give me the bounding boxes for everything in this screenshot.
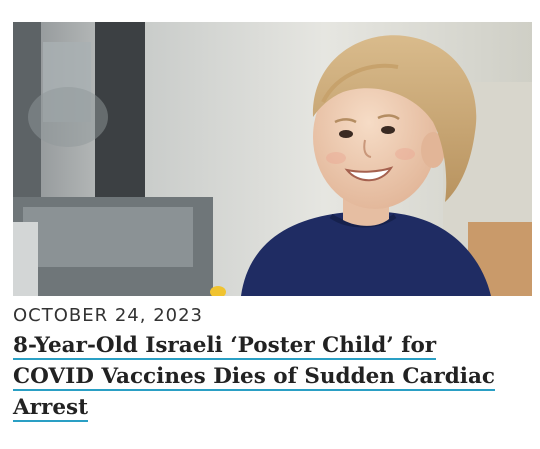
article-headline: 8-Year-Old Israeli ‘Poster Child’ for CO… (13, 330, 523, 423)
child-photo-illustration (13, 22, 532, 296)
article-date: OCTOBER 24, 2023 (13, 305, 204, 326)
article-photo[interactable] (13, 22, 532, 296)
headline-link[interactable]: 8-Year-Old Israeli ‘Poster Child’ for CO… (13, 333, 495, 422)
